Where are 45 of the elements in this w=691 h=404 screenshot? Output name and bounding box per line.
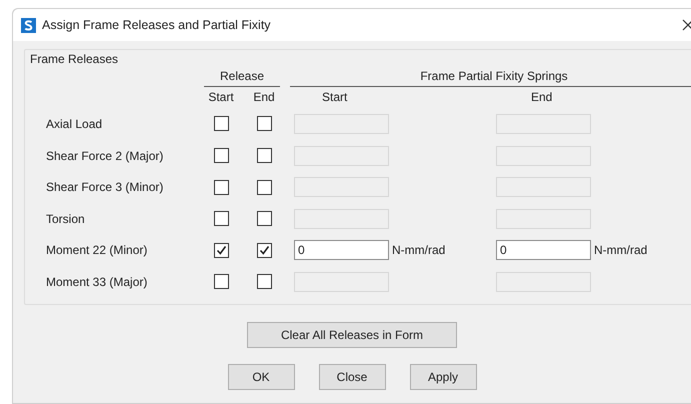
checkbox[interactable] [256, 116, 272, 131]
window-title: Assign Frame Releases and Partial Fixity [42, 18, 272, 32]
checkbox[interactable] [214, 180, 228, 195]
unit-label: N-mm/rad [392, 243, 446, 258]
row-label: Moment 33 (Major) [46, 274, 148, 289]
column-header: Release [204, 67, 280, 87]
input-field[interactable] [294, 177, 389, 198]
input-field[interactable] [294, 208, 389, 229]
dialog-button[interactable]: Close [318, 364, 386, 390]
checkbox[interactable] [214, 116, 228, 131]
row-label: Axial Load [46, 116, 102, 130]
unit-label: N-mm/rad [594, 243, 648, 258]
input-field[interactable] [294, 114, 389, 134]
app-icon [21, 18, 36, 32]
checkbox[interactable] [256, 242, 272, 258]
input-field[interactable] [294, 146, 389, 166]
input-field[interactable] [496, 272, 591, 292]
clear-releases-button[interactable]: Clear All Releases in Form [247, 322, 457, 348]
checkbox[interactable] [256, 148, 272, 164]
input-field[interactable] [496, 146, 591, 166]
column-header: End [531, 90, 552, 104]
row-label: Moment 22 (Minor) [46, 243, 148, 258]
input-field[interactable]: 0 [496, 240, 591, 260]
column-header: Frame Partial Fixity Springs [290, 67, 691, 87]
checkbox[interactable] [214, 242, 228, 258]
column-header: Start [207, 89, 235, 106]
close-icon[interactable] [682, 19, 691, 31]
input-field[interactable] [496, 177, 591, 198]
checkbox[interactable] [256, 211, 272, 226]
row-label: Shear Force 2 (Major) [46, 148, 164, 163]
row-label: Shear Force 3 (Minor) [46, 180, 164, 194]
input-field[interactable] [496, 114, 591, 134]
checkbox[interactable] [256, 274, 272, 290]
checkbox[interactable] [256, 180, 272, 195]
checkbox[interactable] [214, 211, 228, 226]
column-header: Start [322, 90, 348, 104]
dialog-button[interactable]: OK [228, 364, 294, 390]
input-field[interactable]: 0 [294, 240, 389, 260]
input-field[interactable] [496, 208, 591, 229]
checkbox[interactable] [214, 148, 228, 164]
column-header: End [252, 89, 276, 106]
row-label: Torsion [46, 212, 85, 226]
checkbox[interactable] [214, 274, 228, 290]
dialog-button[interactable]: Apply [410, 364, 476, 390]
input-field[interactable] [294, 272, 389, 292]
